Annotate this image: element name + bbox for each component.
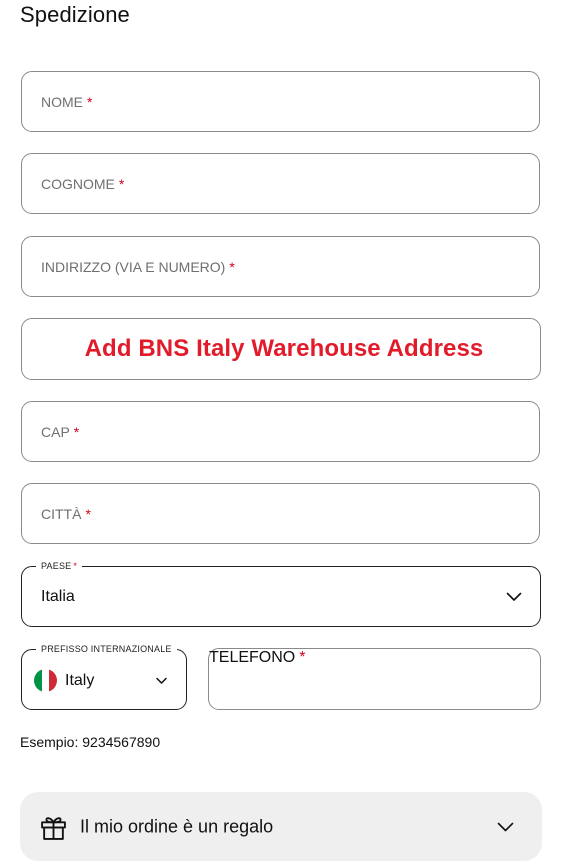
city-placeholder: CITTÀ * — [41, 505, 91, 522]
gift-icon — [41, 817, 66, 840]
last-name-field[interactable]: COGNOME * — [21, 153, 540, 214]
required-marker: * — [229, 258, 235, 275]
warehouse-address-note: Add BNS Italy Warehouse Address — [84, 335, 484, 362]
phone-field[interactable]: TELEFONO * — [208, 648, 541, 710]
required-marker: * — [118, 175, 125, 192]
gift-order-toggle[interactable]: Il mio ordine è un regalo — [20, 792, 542, 861]
required-marker: * — [85, 505, 91, 522]
chevron-down-icon — [506, 592, 522, 601]
phone-prefix-value: Italy — [65, 672, 95, 689]
address-line-2-field[interactable]: Add BNS Italy Warehouse Address — [21, 318, 541, 380]
first-name-field[interactable]: NOME * — [21, 71, 540, 132]
last-name-placeholder: COGNOME * — [41, 175, 125, 192]
section-title: Spedizione — [20, 2, 130, 27]
city-field[interactable]: CITTÀ * — [21, 483, 540, 544]
postal-code-placeholder: CAP * — [41, 423, 80, 440]
country-value: Italia — [41, 587, 75, 605]
address-field[interactable]: INDIRIZZO (VIA E NUMERO) * — [21, 236, 540, 297]
required-marker: * — [299, 649, 306, 666]
phone-prefix-label: PREFISSO INTERNAZIONALE — [36, 642, 177, 656]
postal-code-field[interactable]: CAP * — [21, 401, 540, 462]
phone-example-hint: Esempio: 9234567890 — [20, 734, 161, 750]
required-marker: * — [87, 93, 93, 110]
required-marker: * — [73, 423, 80, 440]
chevron-down-icon — [497, 822, 514, 831]
required-marker: * — [73, 561, 78, 571]
phone-placeholder: TELEFONO * — [209, 649, 306, 666]
chevron-down-icon — [156, 677, 167, 684]
country-select[interactable]: PAESE * Italia — [21, 559, 541, 627]
italy-flag-icon — [34, 669, 57, 692]
phone-prefix-select[interactable]: PREFISSO INTERNAZIONALE Italy — [21, 642, 187, 710]
first-name-placeholder: NOME * — [41, 93, 93, 110]
country-label: PAESE * — [36, 559, 83, 573]
address-placeholder: INDIRIZZO (VIA E NUMERO) * — [41, 258, 235, 275]
gift-order-label: Il mio ordine è un regalo — [80, 816, 274, 836]
